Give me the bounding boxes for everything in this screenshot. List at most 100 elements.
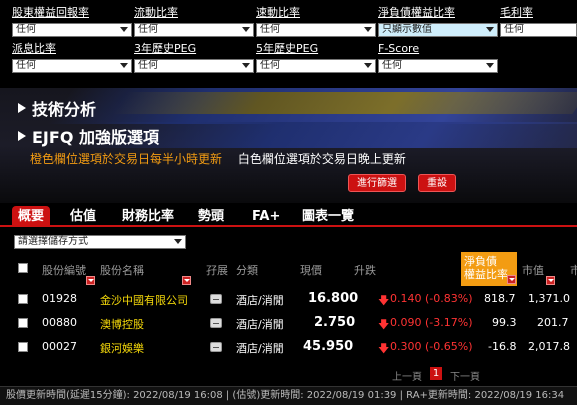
down-arrow-icon: 🡇: [378, 342, 390, 355]
cell-net-debt-equity: 818.7: [484, 292, 516, 305]
filter-peg-5y: 5年歷史PEG 任何: [256, 42, 376, 73]
chevron-down-icon: [242, 27, 250, 32]
header-margin: 孖展: [206, 264, 228, 277]
cell-net-debt-equity: -16.8: [488, 340, 517, 353]
cell-change: 0.090 (-3.17%): [390, 316, 473, 329]
filter-select[interactable]: 任何: [378, 59, 498, 73]
filter-select[interactable]: 任何: [256, 59, 376, 73]
filter-peg-3y: 3年歷史PEG 任何: [134, 42, 254, 73]
header-name[interactable]: 股份名稱: [100, 262, 144, 278]
filter-gross-margin: 毛利率 任何: [500, 6, 577, 37]
expand-arrow-icon: [18, 103, 26, 113]
down-arrow-icon: 🡇: [378, 318, 390, 331]
row-checkbox[interactable]: [18, 342, 28, 352]
header-category[interactable]: 分類: [236, 262, 258, 278]
options-banner: 技術分析 EJFQ 加強版選項 橙色欄位選項於交易日每半小時更新 白色欄位選項於…: [0, 88, 577, 203]
select-all-checkbox[interactable]: [18, 263, 28, 273]
filter-select[interactable]: 任何: [500, 23, 577, 37]
cell-price: 45.950: [303, 339, 354, 354]
margin-icon[interactable]: [210, 294, 222, 304]
cell-code: 00027: [42, 340, 77, 353]
header-price[interactable]: 現價: [300, 262, 322, 278]
chevron-down-icon: [174, 239, 182, 244]
sort-cap-icon[interactable]: [546, 276, 555, 285]
prev-page-link[interactable]: 上一頁: [392, 368, 422, 383]
cell-price: 16.800: [308, 291, 359, 306]
sort-name-icon[interactable]: [182, 276, 191, 285]
cell-category: 酒店/消閒: [236, 342, 284, 355]
pagination: 上一頁 1 下一頁: [0, 366, 577, 383]
filter-net-debt-equity: 淨負債權益比率 只顯示數值: [378, 6, 498, 37]
tab-overview[interactable]: 概要: [12, 206, 51, 227]
filter-label: F-Score: [378, 42, 420, 55]
margin-icon[interactable]: [210, 342, 222, 352]
cell-name[interactable]: 澳博控股: [100, 316, 144, 332]
filter-select[interactable]: 任何: [12, 23, 132, 37]
sort-de-icon[interactable]: [507, 275, 516, 284]
page-number-1[interactable]: 1: [430, 367, 442, 380]
filter-label: 淨負債權益比率: [378, 6, 455, 19]
filter-current-ratio: 流動比率 任何: [134, 6, 254, 37]
next-page-link[interactable]: 下一頁: [450, 368, 480, 383]
header-change[interactable]: 升跌: [354, 262, 376, 278]
section-title: 技術分析: [32, 100, 97, 119]
cell-market-cap: 1,371.0: [528, 292, 570, 305]
filter-panel: 股東權益回報率 任何 流動比率 任何 速動比率 任何 淨負債權益比率 只顯示數值…: [0, 0, 577, 78]
chevron-down-icon: [120, 27, 128, 32]
run-screen-button[interactable]: 進行篩選: [348, 174, 406, 192]
filter-select[interactable]: 任何: [12, 59, 132, 73]
sort-code-icon[interactable]: [86, 276, 95, 285]
filter-label: 毛利率: [500, 6, 533, 19]
section-title: EJFQ 加強版選項: [32, 128, 159, 147]
chevron-down-icon: [486, 27, 494, 32]
cell-name[interactable]: 銀河娛樂: [100, 340, 144, 356]
cell-category: 酒店/消閒: [236, 294, 284, 307]
tab-financial-ratios[interactable]: 財務比率: [116, 206, 180, 227]
filter-label: 派息比率: [12, 42, 56, 55]
header-line: 淨負債: [464, 255, 497, 268]
row-checkbox[interactable]: [18, 294, 28, 304]
note-white: 白色欄位選項於交易日晚上更新: [237, 152, 406, 166]
filter-label: 股東權益回報率: [12, 6, 89, 19]
tab-fa-plus[interactable]: FA+: [246, 206, 286, 227]
filter-label: 流動比率: [134, 6, 178, 19]
cell-net-debt-equity: 99.3: [492, 316, 517, 329]
cell-name[interactable]: 金沙中國有限公司: [100, 292, 188, 308]
tab-chart-overview[interactable]: 圖表一覽: [296, 206, 360, 227]
update-notes: 橙色欄位選項於交易日每半小時更新 白色欄位選項於交易日晚上更新: [30, 150, 406, 167]
cell-price: 2.750: [314, 315, 356, 330]
filter-label: 速動比率: [256, 6, 300, 19]
cell-market-cap: 201.7: [537, 316, 569, 329]
filter-payout-ratio: 派息比率 任何: [12, 42, 132, 73]
filter-select[interactable]: 任何: [134, 23, 254, 37]
tab-momentum[interactable]: 勢頭: [192, 206, 230, 227]
result-tabs: 概要 估值 財務比率 勢頭 FA+ 圖表一覽: [0, 203, 577, 227]
update-time-footer: 股價更新時間(延遲15分鐘): 2022/08/19 16:08 | (估號)更…: [0, 386, 577, 405]
reset-button[interactable]: 重設: [418, 174, 456, 192]
header-code[interactable]: 股份編號: [42, 262, 86, 278]
save-method-select[interactable]: 請選擇儲存方式: [14, 235, 186, 249]
header-more: 市: [570, 264, 577, 277]
filter-select[interactable]: 任何: [134, 59, 254, 73]
filter-label: 3年歷史PEG: [134, 42, 197, 55]
table-header: 股份編號 股份名稱 孖展 分類 現價 升跌 淨負債 權益比率 市值 市: [0, 252, 577, 286]
filter-roe: 股東權益回報率 任何: [12, 6, 132, 37]
row-checkbox[interactable]: [18, 318, 28, 328]
section-technical-analysis[interactable]: 技術分析: [18, 96, 96, 120]
filter-select[interactable]: 任何: [256, 23, 376, 37]
chevron-down-icon: [120, 63, 128, 68]
chevron-down-icon: [364, 27, 372, 32]
section-ejfq-options[interactable]: EJFQ 加強版選項: [18, 124, 159, 148]
filter-select[interactable]: 只顯示數值: [378, 23, 498, 37]
banner-decoration: [112, 92, 577, 114]
filter-quick-ratio: 速動比率 任何: [256, 6, 376, 37]
margin-icon[interactable]: [210, 318, 222, 328]
select-value: 請選擇儲存方式: [18, 236, 88, 247]
tab-valuation[interactable]: 估值: [64, 206, 102, 227]
chevron-down-icon: [242, 63, 250, 68]
header-market-cap[interactable]: 市值: [522, 262, 544, 278]
cell-change: 0.300 (-0.65%): [390, 340, 473, 353]
chevron-down-icon: [486, 63, 494, 68]
filter-f-score: F-Score 任何: [378, 42, 498, 73]
cell-market-cap: 2,017.8: [528, 340, 570, 353]
